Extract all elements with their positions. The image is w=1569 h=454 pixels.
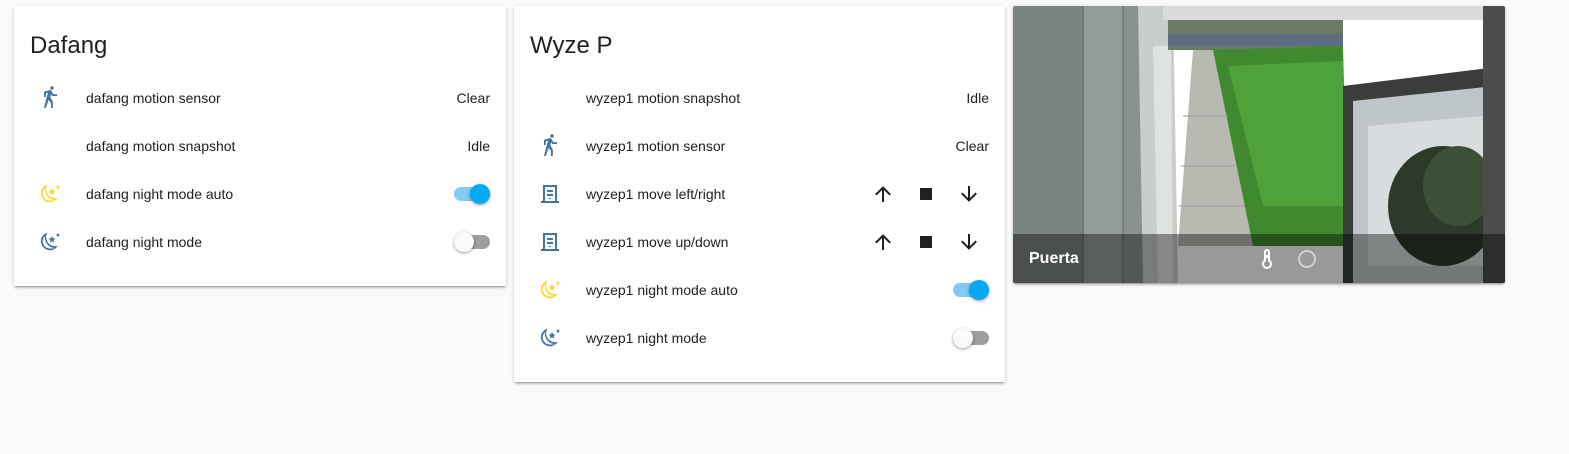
arrow-down-icon[interactable] (949, 174, 989, 214)
window-shutter-icon (530, 222, 570, 262)
camera-icons (1247, 239, 1327, 279)
entity-row-wyzep1-motion-snapshot[interactable]: wyzep1 motion snapshot Idle (530, 78, 989, 118)
arrow-up-icon[interactable] (863, 174, 903, 214)
stop-icon[interactable] (906, 174, 946, 214)
entity-name: dafang night mode (86, 234, 202, 250)
entity-name: dafang motion sensor (86, 90, 221, 106)
toggle-switch[interactable] (454, 184, 490, 204)
entity-state: Idle (467, 138, 490, 154)
thermometer-icon[interactable] (1247, 239, 1287, 279)
moon-stars-icon (30, 222, 70, 262)
circle-outline-icon[interactable] (1287, 239, 1327, 279)
toggle-knob (470, 184, 490, 204)
camera-placeholder-icon (530, 78, 570, 118)
moon-stars-icon (530, 270, 570, 310)
entity-row-wyzep1-motion-sensor[interactable]: wyzep1 motion sensor Clear (530, 126, 989, 166)
entity-name: wyzep1 motion sensor (586, 138, 726, 154)
toggle-switch[interactable] (953, 328, 989, 348)
camera-title: Puerta (1029, 249, 1079, 267)
entity-row-dafang-motion-snapshot[interactable]: dafang motion snapshot Idle (30, 126, 490, 166)
toggle-knob (969, 280, 989, 300)
entity-row-wyzep1-night-mode[interactable]: wyzep1 night mode (530, 318, 989, 358)
toggle-knob (454, 232, 474, 252)
camera-placeholder-icon (30, 126, 70, 166)
camera-card[interactable]: Puerta (1013, 6, 1505, 283)
cover-controls (860, 174, 989, 214)
entity-state: Clear (456, 90, 490, 106)
entity-state: Idle (966, 90, 989, 106)
entity-state: Clear (955, 138, 989, 154)
window-shutter-icon (530, 174, 570, 214)
entity-name: wyzep1 night mode auto (586, 282, 738, 298)
entity-name: wyzep1 move left/right (586, 186, 726, 202)
toggle-knob (953, 328, 973, 348)
entity-row-wyzep1-move-up-down[interactable]: wyzep1 move up/down (530, 222, 989, 262)
entity-name: wyzep1 motion snapshot (586, 90, 741, 106)
entity-name: dafang motion snapshot (86, 138, 236, 154)
entity-name: wyzep1 night mode (586, 330, 707, 346)
entity-row-dafang-motion-sensor[interactable]: dafang motion sensor Clear (30, 78, 490, 118)
entity-row-dafang-night-mode[interactable]: dafang night mode (30, 222, 490, 262)
dafang-card: Dafang dafang motion sensor Clear dafang… (14, 6, 506, 286)
moon-stars-icon (30, 174, 70, 214)
camera-footer: Puerta (1013, 234, 1505, 283)
card-title: Wyze P (530, 32, 613, 59)
arrow-up-icon[interactable] (863, 222, 903, 262)
toggle-switch[interactable] (454, 232, 490, 252)
entity-row-wyzep1-night-mode-auto[interactable]: wyzep1 night mode auto (530, 270, 989, 310)
entity-row-dafang-night-mode-auto[interactable]: dafang night mode auto (30, 174, 490, 214)
toggle-switch[interactable] (953, 280, 989, 300)
walk-icon (30, 78, 70, 118)
cover-controls (860, 222, 989, 262)
entity-name: dafang night mode auto (86, 186, 234, 202)
wyze-card: Wyze P wyzep1 motion snapshot Idle wyzep… (514, 6, 1005, 382)
walk-icon (530, 126, 570, 166)
moon-stars-icon (530, 318, 570, 358)
arrow-down-icon[interactable] (949, 222, 989, 262)
entity-row-wyzep1-move-left-right[interactable]: wyzep1 move left/right (530, 174, 989, 214)
stop-icon[interactable] (906, 222, 946, 262)
entity-name: wyzep1 move up/down (586, 234, 729, 250)
card-title: Dafang (30, 32, 108, 59)
